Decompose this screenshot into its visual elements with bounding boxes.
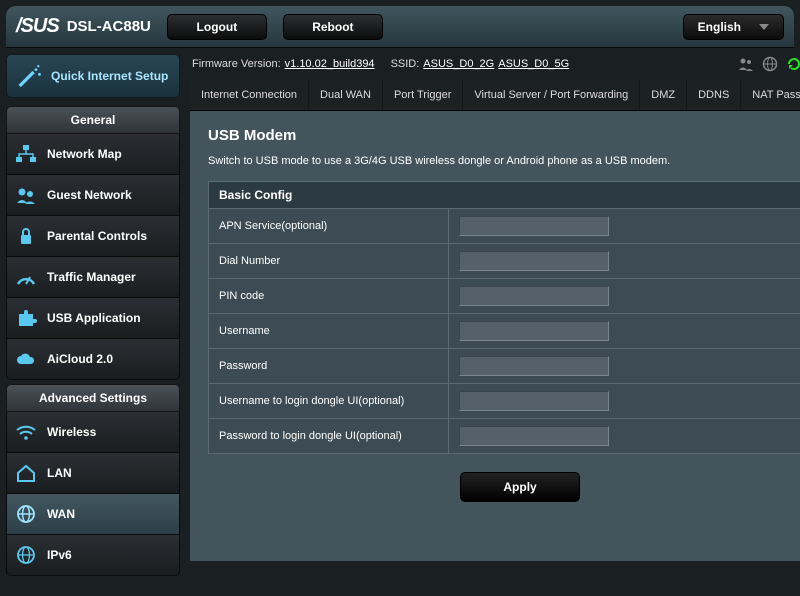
guest-network-icon [15, 185, 37, 205]
sidebar-item-ipv6[interactable]: IPv6 [6, 535, 180, 576]
table-row: APN Service(optional) [209, 209, 800, 244]
sidebar-item-traffic-manager[interactable]: Traffic Manager [6, 257, 180, 298]
cloud-icon [15, 349, 37, 369]
tab-virtual-server[interactable]: Virtual Server / Port Forwarding [463, 80, 640, 110]
quick-internet-setup[interactable]: Quick Internet Setup [6, 54, 180, 98]
sidebar-item-label: Guest Network [47, 188, 132, 202]
model-name: DSL-AC88U [67, 18, 151, 35]
table-row: Dial Number [209, 244, 800, 279]
tab-dual-wan[interactable]: Dual WAN [309, 80, 383, 110]
sidebar-item-wan[interactable]: WAN [6, 494, 180, 535]
username-input[interactable] [459, 321, 609, 341]
logout-button[interactable]: Logout [167, 14, 267, 40]
field-label: Username [209, 314, 449, 349]
sidebar-item-wireless[interactable]: Wireless [6, 412, 180, 453]
wifi-icon [15, 422, 37, 442]
sidebar-item-label: USB Application [47, 311, 141, 325]
field-label: PIN code [209, 279, 449, 314]
apn-service-input[interactable] [459, 216, 609, 236]
tab-port-trigger[interactable]: Port Trigger [383, 80, 463, 110]
sidebar-item-network-map[interactable]: Network Map [6, 134, 180, 175]
status-line: Firmware Version: v1.10.02_build394 SSID… [190, 52, 800, 80]
top-bar: /SUS DSL-AC88U Logout Reboot English [6, 6, 794, 48]
sidebar-item-lan[interactable]: LAN [6, 453, 180, 494]
gauge-icon [15, 267, 37, 287]
lock-icon [15, 226, 37, 246]
password-input[interactable] [459, 356, 609, 376]
table-row: Username [209, 314, 800, 349]
sidebar-item-aicloud[interactable]: AiCloud 2.0 [6, 339, 180, 380]
language-selector[interactable]: English [683, 14, 784, 40]
ssid1-link[interactable]: ASUS_D0_2G [423, 58, 494, 70]
language-label: English [698, 20, 741, 34]
sidebar-item-parental-controls[interactable]: Parental Controls [6, 216, 180, 257]
dial-number-input[interactable] [459, 251, 609, 271]
table-row: Password [209, 349, 800, 384]
apply-button[interactable]: Apply [460, 472, 580, 502]
sidebar-item-label: Traffic Manager [47, 270, 136, 284]
field-label: Dial Number [209, 244, 449, 279]
firmware-version-link[interactable]: v1.10.02_build394 [285, 58, 375, 70]
sidebar-item-label: WAN [47, 507, 75, 521]
home-icon [15, 463, 37, 483]
config-section-header: Basic Config [208, 181, 800, 208]
internet-status-icon[interactable] [762, 56, 778, 72]
tab-nat-passthrough[interactable]: NAT Passthrough [741, 80, 800, 110]
dongle-username-input[interactable] [459, 391, 609, 411]
reboot-button[interactable]: Reboot [283, 14, 383, 40]
sidebar-item-label: AiCloud 2.0 [47, 352, 113, 366]
refresh-icon[interactable] [786, 56, 800, 72]
field-label: Password to login dongle UI(optional) [209, 419, 449, 454]
sidebar-item-label: LAN [47, 466, 72, 480]
clients-icon[interactable] [738, 56, 754, 72]
sidebar-item-label: Parental Controls [47, 229, 147, 243]
sidebar-item-label: Wireless [47, 425, 96, 439]
advanced-header: Advanced Settings [6, 384, 180, 412]
ssid-label: SSID: [391, 58, 420, 70]
panel-description: Switch to USB mode to use a 3G/4G USB wi… [208, 154, 800, 169]
field-label: Password [209, 349, 449, 384]
general-header: General [6, 106, 180, 134]
main-area: Firmware Version: v1.10.02_build394 SSID… [180, 48, 800, 576]
wand-icon [15, 65, 43, 87]
sidebar-item-label: IPv6 [47, 548, 72, 562]
qis-label: Quick Internet Setup [51, 69, 168, 83]
puzzle-icon [15, 308, 37, 328]
ipv6-icon [15, 545, 37, 565]
config-table: APN Service(optional) Dial Number PIN co… [208, 208, 800, 454]
wan-tabs: Internet Connection Dual WAN Port Trigge… [190, 80, 800, 111]
field-label: Username to login dongle UI(optional) [209, 384, 449, 419]
panel-title: USB Modem [208, 127, 800, 144]
sidebar-item-guest-network[interactable]: Guest Network [6, 175, 180, 216]
firmware-label: Firmware Version: [192, 58, 281, 70]
tab-internet-connection[interactable]: Internet Connection [190, 80, 309, 110]
field-label: APN Service(optional) [209, 209, 449, 244]
sidebar-item-label: Network Map [47, 147, 122, 161]
globe-icon [15, 504, 37, 524]
ssid2-link[interactable]: ASUS_D0_5G [498, 58, 569, 70]
tab-dmz[interactable]: DMZ [640, 80, 687, 110]
brand-logo: /SUS [16, 15, 59, 38]
pin-code-input[interactable] [459, 286, 609, 306]
table-row: Password to login dongle UI(optional) [209, 419, 800, 454]
table-row: PIN code [209, 279, 800, 314]
content-panel: USB Modem Switch to USB mode to use a 3G… [190, 111, 800, 561]
sidebar-item-usb-application[interactable]: USB Application [6, 298, 180, 339]
chevron-down-icon [759, 24, 769, 30]
table-row: Username to login dongle UI(optional) [209, 384, 800, 419]
network-map-icon [15, 144, 37, 164]
tab-ddns[interactable]: DDNS [687, 80, 741, 110]
sidebar: Quick Internet Setup General Network Map… [6, 48, 180, 576]
dongle-password-input[interactable] [459, 426, 609, 446]
